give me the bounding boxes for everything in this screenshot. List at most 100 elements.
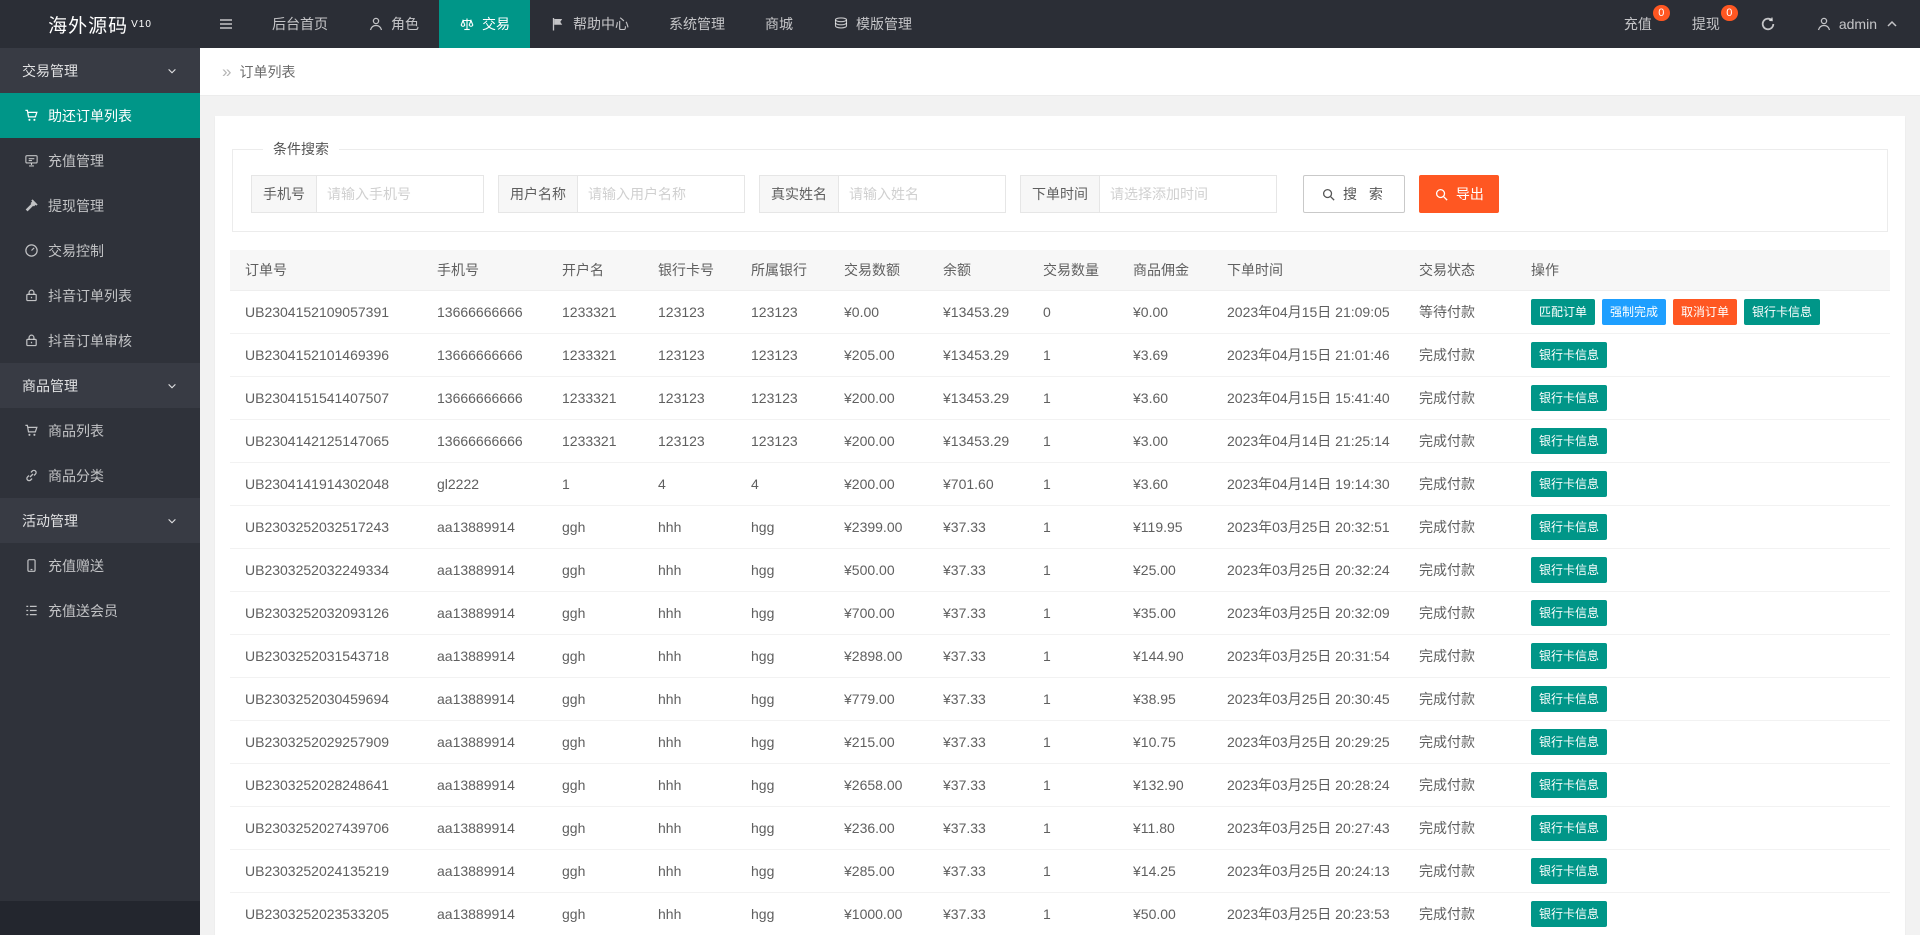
cell-quantity: 1 [1028,849,1118,892]
nav-item-0[interactable]: 后台首页 [252,0,348,48]
cell-commission: ¥132.90 [1118,763,1212,806]
cell-account-name: 1233321 [547,376,643,419]
cell-phone: gl2222 [422,462,547,505]
bank-card-info-button[interactable]: 银行卡信息 [1744,299,1820,325]
cell-balance: ¥37.33 [928,505,1028,548]
username-input[interactable] [577,175,745,213]
refresh-button[interactable] [1740,0,1796,48]
sidebar-item-1-0[interactable]: 商品列表 [0,408,200,453]
table-row: UB23041521014693961366666666612333211231… [230,333,1890,376]
bank-card-info-button[interactable]: 银行卡信息 [1531,342,1607,368]
cell-bank-card-no: hhh [643,548,736,591]
sidebar-item-1-1[interactable]: 商品分类 [0,453,200,498]
cancel-order-button[interactable]: 取消订单 [1673,299,1737,325]
realname-input[interactable] [838,175,1006,213]
cell-balance: ¥13453.29 [928,376,1028,419]
table-row: UB2303252028248641aa13889914gghhhhhgg¥26… [230,763,1890,806]
sidebar-section-0[interactable]: 交易管理 [0,48,200,93]
bank-card-info-button[interactable]: 银行卡信息 [1531,557,1607,583]
bank-card-info-button[interactable]: 银行卡信息 [1531,858,1607,884]
sidebar-item-0-4[interactable]: 抖音订单列表 [0,273,200,318]
column-header-6: 余额 [928,250,1028,290]
nav-item-6[interactable]: 模版管理 [813,0,932,48]
sidebar-item-0-0[interactable]: 助还订单列表 [0,93,200,138]
cell-order-no: UB2303252027439706 [230,806,422,849]
menu-toggle-button[interactable] [200,0,252,48]
sidebar-item-label: 抖音订单审核 [48,331,132,351]
bank-card-info-button[interactable]: 银行卡信息 [1531,729,1607,755]
cell-account-name: 1 [547,462,643,505]
nav-item-3[interactable]: 帮助中心 [530,0,649,48]
recharge-nav-item[interactable]: 充值 0 [1604,0,1672,48]
withdraw-nav-item[interactable]: 提现 0 [1672,0,1740,48]
nav-item-5[interactable]: 商城 [745,0,813,48]
cell-commission: ¥119.95 [1118,505,1212,548]
column-header-8: 商品佣金 [1118,250,1212,290]
bank-card-info-button[interactable]: 银行卡信息 [1531,428,1607,454]
cell-phone: aa13889914 [422,591,547,634]
force-complete-button[interactable]: 强制完成 [1602,299,1666,325]
bank-card-info-button[interactable]: 银行卡信息 [1531,471,1607,497]
sidebar-item-0-3[interactable]: 交易控制 [0,228,200,273]
cell-order-time: 2023年03月25日 20:31:54 [1212,634,1404,677]
bank-card-info-button[interactable]: 银行卡信息 [1531,643,1607,669]
withdraw-label: 提现 [1692,14,1720,34]
phone-input[interactable] [316,175,484,213]
bank-card-info-button[interactable]: 银行卡信息 [1531,385,1607,411]
order-time-input[interactable] [1099,175,1277,213]
cell-commission: ¥50.00 [1118,892,1212,935]
cell-order-time: 2023年03月25日 20:32:51 [1212,505,1404,548]
nav-item-label: 系统管理 [669,14,725,34]
sidebar-item-2-0[interactable]: 充值赠送 [0,543,200,588]
bank-card-info-button[interactable]: 银行卡信息 [1531,772,1607,798]
sidebar-item-0-1[interactable]: 充值管理 [0,138,200,183]
sidebar-item-0-5[interactable]: 抖音订单审核 [0,318,200,363]
cell-commission: ¥3.00 [1118,419,1212,462]
search-button[interactable]: 搜 索 [1303,175,1405,213]
cell-commission: ¥38.95 [1118,677,1212,720]
cell-bank: hgg [736,634,829,677]
bank-card-info-button[interactable]: 银行卡信息 [1531,815,1607,841]
cell-phone: aa13889914 [422,634,547,677]
export-button[interactable]: 导出 [1419,175,1499,213]
chevron-down-icon [166,515,178,527]
topnav: 后台首页角色 交易帮助中心系统管理商城模版管理 [200,0,932,48]
app-logo-version: V10 [131,19,152,30]
cell-actions: 匹配订单强制完成取消订单银行卡信息 [1516,290,1890,333]
nav-item-label: 交易 [482,14,510,34]
sidebar-item-2-1[interactable]: 充值送会员 [0,588,200,633]
match-order-button[interactable]: 匹配订单 [1531,299,1595,325]
cell-commission: ¥35.00 [1118,591,1212,634]
user-menu[interactable]: admin [1796,0,1920,48]
table-row: UB2303252030459694aa13889914gghhhhhgg¥77… [230,677,1890,720]
cell-quantity: 1 [1028,333,1118,376]
cell-bank: 123123 [736,333,829,376]
cell-quantity: 1 [1028,677,1118,720]
cell-status: 完成付款 [1404,892,1516,935]
sidebar-item-label: 商品分类 [48,466,104,486]
bank-card-info-button[interactable]: 银行卡信息 [1531,600,1607,626]
bank-card-info-button[interactable]: 银行卡信息 [1531,514,1607,540]
nav-item-1[interactable]: 角色 [348,0,439,48]
sidebar-item-0-2[interactable]: 提现管理 [0,183,200,228]
cell-balance: ¥37.33 [928,591,1028,634]
search-fieldset: 条件搜索 手机号 用户名称 真实姓名 下单时间 [232,139,1888,232]
column-header-9: 下单时间 [1212,250,1404,290]
sidebar-section-title: 商品管理 [22,376,78,396]
cell-status: 等待付款 [1404,290,1516,333]
app-logo-title: 海外源码 [48,11,128,38]
cell-order-no: UB2304142125147065 [230,419,422,462]
sidebar-section-2[interactable]: 活动管理 [0,498,200,543]
cell-phone: 13666666666 [422,333,547,376]
content: 条件搜索 手机号 用户名称 真实姓名 下单时间 [200,96,1920,935]
bank-card-info-button[interactable]: 银行卡信息 [1531,901,1607,927]
breadcrumb: » 订单列表 [200,48,1920,96]
table-row: UB2303252031543718aa13889914gghhhhhgg¥28… [230,634,1890,677]
nav-item-2[interactable]: 交易 [439,0,530,48]
nav-item-4[interactable]: 系统管理 [649,0,745,48]
main-area: » 订单列表 条件搜索 手机号 用户名称 真实姓名 [200,0,1920,935]
sidebar-section-title: 交易管理 [22,61,78,81]
bank-card-info-button[interactable]: 银行卡信息 [1531,686,1607,712]
sidebar-section-1[interactable]: 商品管理 [0,363,200,408]
cell-actions: 银行卡信息 [1516,376,1890,419]
